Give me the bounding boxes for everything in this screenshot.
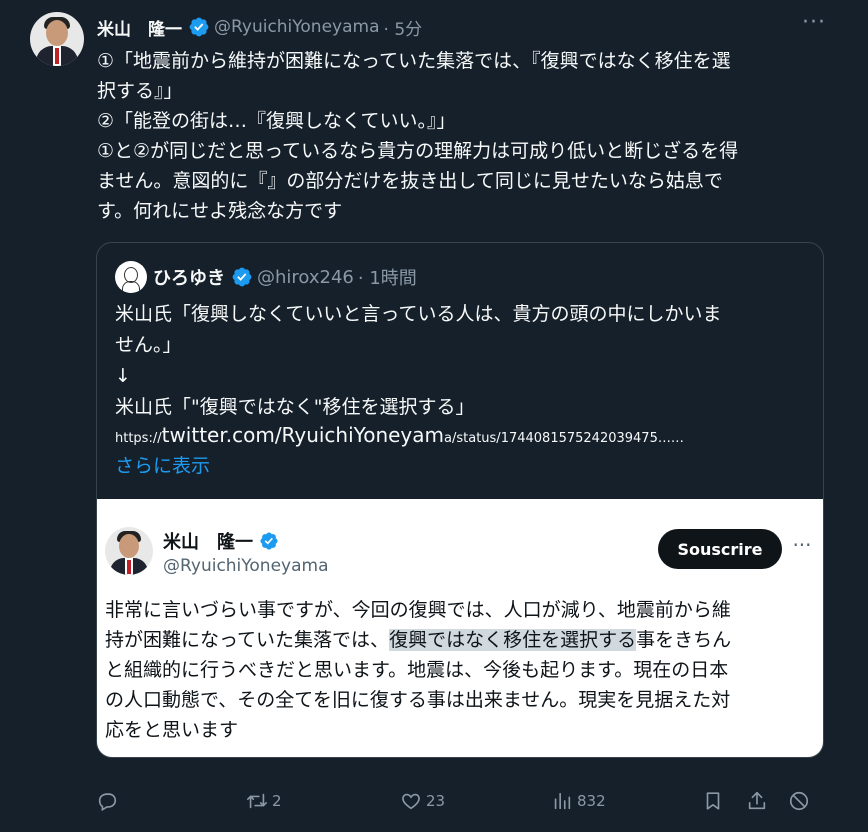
verified-badge-icon <box>232 267 252 287</box>
quote-author-name[interactable]: ひろゆき <box>153 264 225 290</box>
embed-line: の人口動態で、その全てを旧に復する事は出来ません。現実を見据えた対 <box>105 689 731 711</box>
embed-line-part: 持が困難になっていた集落では、 <box>105 629 390 651</box>
reply-button[interactable] <box>96 784 122 818</box>
quote-line: 米山氏「復興しなくていいと言っている人は、貴方の頭の中にしかいま <box>115 303 722 325</box>
embed-avatar <box>105 527 153 575</box>
action-bar: 2 23 832 <box>96 784 826 818</box>
author-handle[interactable]: @RyuichiYoneyama <box>214 17 380 37</box>
embed-line: と組織的に行うべきだと思います。地震は、今後も起ります。現在の日本 <box>105 659 729 681</box>
views-chart-icon <box>554 792 571 810</box>
subscribe-button: Souscrire <box>658 529 782 569</box>
embedded-screenshot[interactable]: 米山 隆一 @RyuichiYoneyama Souscrire ··· 非常に… <box>97 499 823 757</box>
quote-line: 米山氏「"復興ではなく"移住を選択する」 <box>115 396 475 418</box>
quote-time[interactable]: · 1時間 <box>358 264 417 290</box>
tweet-line: ①と②が同じだと思っているなら貴方の理解力は可成り低いと断じざるを得 <box>97 140 739 162</box>
tweet-line: ません。意図的に『』の部分だけを抜き出して同じに見せたいなら姑息で <box>97 170 723 192</box>
link-main: twitter.com/RyuichiYoneyam <box>161 423 445 447</box>
block-icon <box>789 791 809 811</box>
embed-line: 応をと思います <box>105 719 239 741</box>
tweet-line: ①「地震前から維持が困難になっていた集落では、『復興ではなく移住を選 <box>97 50 731 72</box>
tweet-line: 択する』」 <box>97 80 183 102</box>
quoted-tweet[interactable]: ひろゆき @hirox246 · 1時間 米山氏「復興しなくていいと言っている人… <box>96 242 824 758</box>
quote-text: 米山氏「復興しなくていいと言っている人は、貴方の頭の中にしかいま せん。」 ↓ … <box>115 299 805 423</box>
embed-line: 非常に言いづらい事ですが、今回の復興では、人口が減り、地震前から維 <box>105 599 731 621</box>
reply-icon <box>98 793 117 812</box>
block-button[interactable] <box>788 784 810 818</box>
quote-author-handle[interactable]: @hirox246 <box>257 267 354 288</box>
heart-icon <box>402 793 420 810</box>
show-more-link[interactable]: さらに表示 <box>115 451 210 478</box>
link-prefix: https:// <box>115 431 162 446</box>
tweet-time[interactable]: · 5分 <box>384 15 423 40</box>
like-count: 23 <box>426 792 446 810</box>
share-button[interactable] <box>746 784 768 818</box>
views-button[interactable]: 832 <box>551 784 606 818</box>
retweet-button[interactable]: 2 <box>246 784 282 818</box>
link-suffix: a/status/1744081575242039475…… <box>444 431 684 446</box>
tweet-line: ②「能登の街は…『復興しなくていい。』」 <box>97 110 456 132</box>
verified-badge-icon <box>189 17 209 37</box>
embed-name-text: 米山 隆一 <box>163 532 253 553</box>
quote-author-avatar[interactable] <box>115 261 147 293</box>
embed-author-name: 米山 隆一 <box>163 528 283 554</box>
author-name[interactable]: 米山 隆一 <box>97 15 182 40</box>
retweet-count: 2 <box>272 792 282 810</box>
quote-line: ↓ <box>115 365 131 387</box>
verified-badge-icon <box>260 532 278 550</box>
share-icon <box>748 791 766 810</box>
retweet-icon <box>247 793 267 809</box>
bookmark-icon <box>706 792 720 810</box>
embed-more-icon: ··· <box>792 533 812 557</box>
more-options-icon[interactable]: ··· <box>800 12 828 36</box>
like-button[interactable]: 23 <box>400 784 445 818</box>
highlighted-phrase: 復興ではなく移住を選択する <box>389 629 637 651</box>
embed-text: 非常に言いづらい事ですが、今回の復興では、人口が減り、地震前から維 持が困難にな… <box>105 595 815 745</box>
embed-line: 持が困難になっていた集落では、復興ではなく移住を選択する事をきちん <box>105 625 815 655</box>
quote-header: ひろゆき @hirox246 · 1時間 <box>153 261 417 293</box>
embed-author-handle: @RyuichiYoneyama <box>163 556 329 576</box>
quote-link[interactable]: https://twitter.com/RyuichiYoneyama/stat… <box>115 423 684 447</box>
view-count: 832 <box>577 792 606 810</box>
tweet-header: 米山 隆一 @RyuichiYoneyama · 5分 <box>97 12 422 42</box>
bookmark-button[interactable] <box>702 784 724 818</box>
tweet-line: す。何れにせよ残念な方です <box>97 200 343 222</box>
tweet-text: ①「地震前から維持が困難になっていた集落では、『復興ではなく移住を選 択する』」… <box>97 46 817 226</box>
author-avatar[interactable] <box>30 12 84 66</box>
embed-line-part: 事をきちん <box>636 629 732 651</box>
quote-line: せん。」 <box>115 334 182 356</box>
